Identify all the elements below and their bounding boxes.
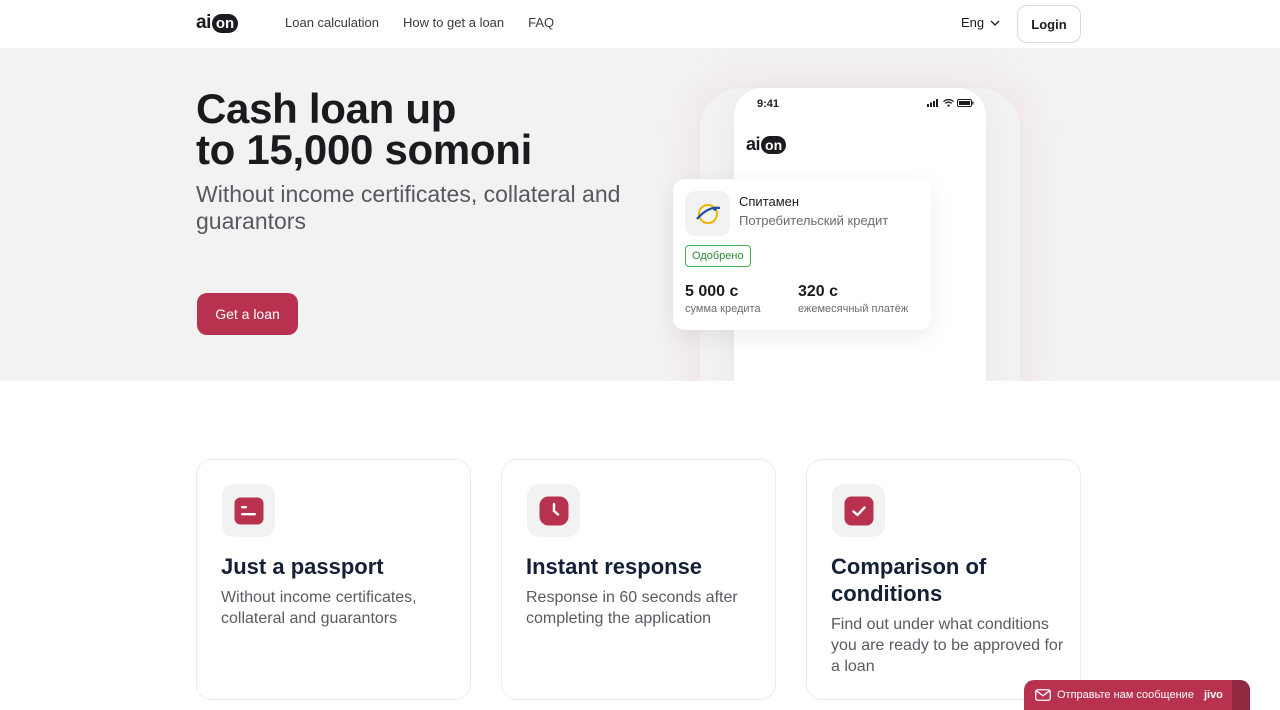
clock-icon (527, 484, 580, 537)
loan-product: Потребительский кредит (739, 213, 889, 228)
login-button[interactable]: Login (1017, 5, 1081, 43)
phone-status-bar (927, 99, 974, 107)
feature-card-comparison: Comparison of conditions Find out under … (806, 459, 1081, 700)
signal-icon (927, 99, 938, 107)
language-label: Eng (961, 15, 985, 30)
bank-logo-icon (685, 191, 730, 236)
feature-description: Find out under what conditions you are r… (831, 616, 1064, 675)
logo-on-pill: on (211, 13, 239, 33)
loan-offer-card: Спитамен Потребительский кредит Одобрено… (673, 179, 931, 330)
phone-logo: ai on (746, 134, 787, 155)
feature-description: Without income certificates, collateral … (221, 589, 417, 627)
battery-icon (957, 99, 974, 107)
check-icon (832, 484, 885, 537)
chevron-down-icon (990, 20, 1000, 26)
feature-title: Just a passport (221, 554, 384, 579)
nav-how-to-get-loan[interactable]: How to get a loan (403, 15, 504, 30)
language-selector[interactable]: Eng (961, 15, 1000, 30)
logo-ai-text: ai (196, 12, 211, 33)
nav-loan-calculation[interactable]: Loan calculation (285, 15, 379, 30)
feature-card-passport: Just a passport Without income certifica… (196, 459, 471, 700)
main-nav: Loan calculation How to get a loan FAQ (285, 15, 554, 30)
loan-amount-label: сумма кредита (685, 303, 761, 315)
phone-logo-ai: ai (746, 134, 761, 154)
monthly-payment-label: ежемесячный платёж (798, 303, 909, 315)
hero-title-line-1: Cash loan up (196, 85, 457, 132)
phone-logo-on: on (761, 135, 787, 154)
feature-title: Comparison of conditions (831, 554, 987, 606)
hero-section: Cash loan up to 15,000 somoni Without in… (0, 48, 1280, 381)
chat-brand-logo: jivo (1203, 689, 1223, 701)
mail-icon (1035, 689, 1051, 701)
feature-description: Response in 60 seconds after completing … (526, 589, 738, 627)
chat-widget-button[interactable]: Отправьте нам сообщение jivo (1024, 680, 1250, 710)
passport-icon (222, 484, 275, 537)
monthly-payment: 320 с (798, 283, 839, 300)
phone-time: 9:41 (757, 98, 780, 110)
hero-title: Cash loan up to 15,000 somoni (196, 85, 532, 173)
chat-widget-label: Отправьте нам сообщение (1057, 689, 1194, 701)
hero-title-line-2: to 15,000 somoni (196, 126, 532, 173)
nav-faq[interactable]: FAQ (528, 15, 554, 30)
get-loan-button[interactable]: Get a loan (197, 293, 298, 335)
brand-logo[interactable]: ai on (196, 12, 239, 34)
bank-name: Спитамен (739, 194, 800, 209)
hero-subtitle: Without income certificates, collateral … (196, 181, 621, 234)
loan-amount: 5 000 с (685, 283, 739, 300)
chat-avatar (1232, 680, 1250, 710)
approved-badge: Одобрено (685, 245, 751, 267)
site-header: ai on Loan calculation How to get a loan… (0, 0, 1280, 48)
feature-title: Instant response (526, 554, 703, 579)
feature-card-instant-response: Instant response Response in 60 seconds … (501, 459, 776, 700)
wifi-icon (943, 99, 954, 107)
